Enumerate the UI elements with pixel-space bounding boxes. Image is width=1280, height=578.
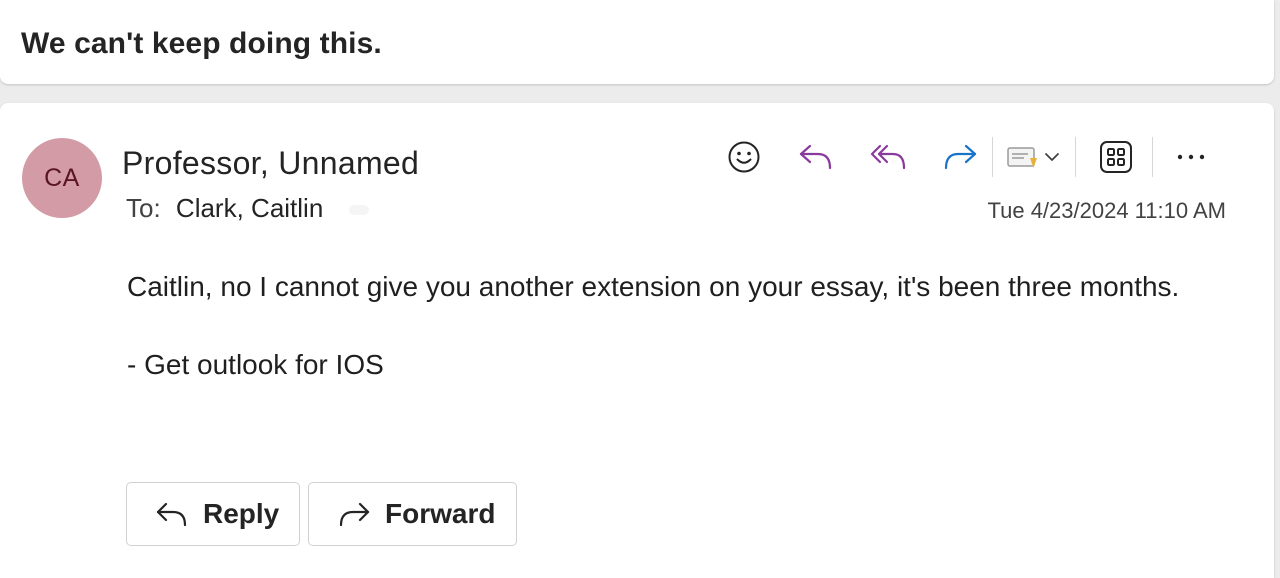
message-body: Caitlin, no I cannot give you another ex…: [127, 267, 1207, 384]
message-flag-button[interactable]: [1003, 135, 1063, 179]
reply-toolbar-button[interactable]: [790, 135, 842, 179]
message-flag-icon: [1007, 147, 1037, 168]
subject-header: We can't keep doing this.: [0, 0, 1274, 84]
reply-icon: [156, 502, 187, 527]
email-subject: We can't keep doing this.: [21, 27, 382, 60]
reply-all-button[interactable]: [862, 135, 914, 179]
recipient-overflow: [348, 205, 369, 216]
more-options-button[interactable]: [1165, 135, 1217, 179]
signature: - Get outlook for IOS: [127, 349, 384, 380]
toolbar-divider: [992, 137, 993, 177]
forward-button-label: Forward: [385, 498, 496, 529]
emoji-icon: [728, 141, 760, 173]
apps-icon: [1100, 141, 1132, 173]
forward-icon: [339, 502, 370, 527]
recipient-name[interactable]: Clark, Caitlin: [176, 193, 323, 223]
message-card: CA Professor, Unnamed To: Clark, Caitlin…: [0, 103, 1274, 578]
body-paragraph: Caitlin, no I cannot give you another ex…: [127, 271, 1180, 302]
message-toolbar: [718, 135, 1237, 179]
more-icon: [1177, 154, 1205, 160]
reply-icon: [799, 144, 832, 170]
emoji-button[interactable]: [718, 135, 770, 179]
apps-button[interactable]: [1090, 135, 1142, 179]
reply-button-label: Reply: [203, 498, 280, 529]
avatar-initials: CA: [44, 163, 80, 192]
reply-button[interactable]: Reply: [126, 482, 300, 546]
forward-toolbar-button[interactable]: [934, 135, 986, 179]
toolbar-divider: [1075, 137, 1076, 177]
toolbar-divider: [1152, 137, 1153, 177]
chevron-down-icon: [1045, 153, 1059, 161]
reply-all-icon: [870, 144, 906, 170]
to-label: To:: [126, 193, 161, 223]
recipient-line: To: Clark, Caitlin: [126, 193, 369, 224]
avatar[interactable]: CA: [22, 138, 102, 218]
sender-name[interactable]: Professor, Unnamed: [122, 145, 419, 182]
sent-date: Tue 4/23/2024 11:10 AM: [987, 198, 1226, 223]
forward-button[interactable]: Forward: [308, 482, 517, 546]
forward-icon: [944, 144, 977, 170]
